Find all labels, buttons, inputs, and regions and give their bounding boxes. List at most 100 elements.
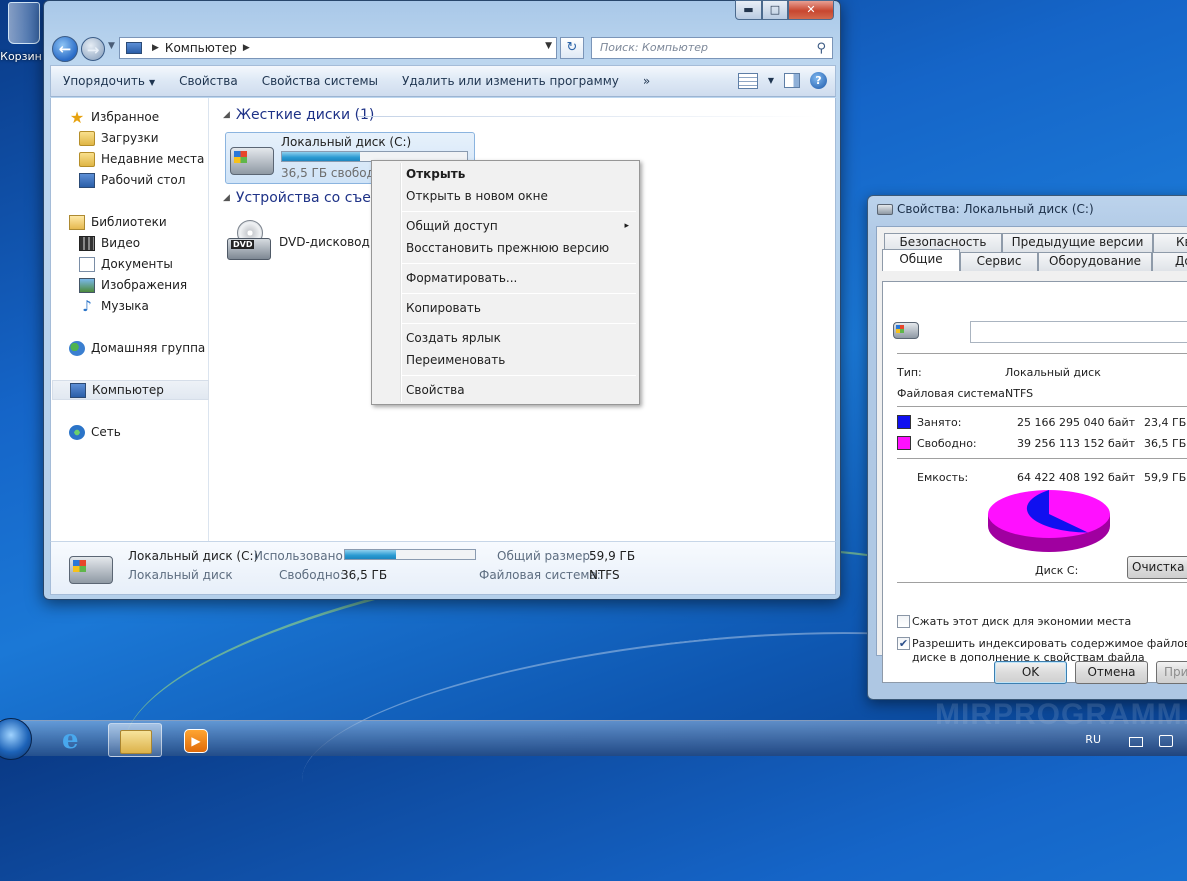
documents-library-icon bbox=[79, 256, 95, 272]
address-bar[interactable]: ▶ Компьютер ▶ ▼ bbox=[119, 37, 557, 59]
system-properties-button[interactable]: Свойства системы bbox=[250, 74, 390, 88]
search-input[interactable]: Поиск: Компьютер ⚲ bbox=[591, 37, 833, 59]
network-tray-icon[interactable] bbox=[1159, 735, 1173, 747]
chevron-down-icon: ▼ bbox=[148, 78, 156, 87]
collapse-triangle-icon[interactable]: ◢ bbox=[223, 193, 230, 203]
chevron-right-icon[interactable]: ▶ bbox=[243, 43, 250, 53]
close-button[interactable]: ✕ bbox=[788, 0, 834, 20]
change-view-icon[interactable] bbox=[737, 72, 758, 89]
capacity-bytes: 64 422 408 192 байт bbox=[1017, 471, 1136, 484]
nav-music[interactable]: ♪ Музыка bbox=[79, 296, 236, 316]
address-dropdown-icon[interactable]: ▼ bbox=[545, 41, 552, 51]
fs-value: NTFS bbox=[1005, 387, 1034, 400]
group-hard-drives[interactable]: ◢ Жесткие диски (1) bbox=[223, 107, 818, 123]
forward-button[interactable]: → bbox=[81, 37, 105, 61]
menu-share[interactable]: Общий доступ bbox=[406, 219, 498, 233]
nav-desktop[interactable]: Рабочий стол bbox=[79, 170, 236, 190]
nav-favorites[interactable]: ★ Избранное bbox=[69, 107, 226, 127]
organize-button[interactable]: Упорядочить ▼ bbox=[51, 74, 167, 88]
cancel-button[interactable]: Отмена bbox=[1075, 661, 1148, 684]
breadcrumb-computer[interactable]: Компьютер bbox=[165, 41, 237, 55]
nav-desktop-label: Рабочий стол bbox=[101, 173, 186, 187]
tab-quota[interactable]: Квоты bbox=[1153, 233, 1187, 252]
menu-rename[interactable]: Переименовать bbox=[406, 353, 505, 367]
tab-general[interactable]: Общие bbox=[882, 249, 960, 271]
submenu-arrow-icon: ▸ bbox=[624, 221, 629, 231]
nav-network[interactable]: Сеть bbox=[69, 422, 226, 442]
nav-libraries[interactable]: Библиотеки bbox=[69, 212, 226, 232]
volume-label-input[interactable] bbox=[970, 321, 1187, 343]
chevron-right-icon[interactable]: ▶ bbox=[152, 43, 159, 53]
more-commands-button[interactable]: » bbox=[631, 74, 662, 88]
apply-button[interactable]: Применить bbox=[1156, 661, 1187, 684]
hard-drive-icon bbox=[230, 147, 274, 175]
details-fs-value: NTFS bbox=[589, 568, 620, 582]
maximize-button[interactable]: □ bbox=[762, 0, 788, 20]
menu-separator bbox=[402, 263, 636, 264]
navigation-pane: ★ Избранное Загрузки Недавние места Рабоч… bbox=[51, 98, 209, 541]
index-label-line1: Разрешить индексировать содержимое файло… bbox=[912, 637, 1187, 650]
start-button[interactable] bbox=[0, 718, 32, 760]
divider bbox=[897, 353, 1187, 354]
tab-tools[interactable]: Сервис bbox=[960, 252, 1038, 271]
minimize-button[interactable]: ▬ bbox=[735, 0, 762, 20]
nav-downloads[interactable]: Загрузки bbox=[79, 128, 236, 148]
ok-button[interactable]: OK bbox=[994, 661, 1067, 684]
back-button[interactable]: ← bbox=[52, 36, 78, 62]
tab-hardware[interactable]: Оборудование bbox=[1038, 252, 1152, 271]
tab-sharing[interactable]: Доступ bbox=[1152, 252, 1187, 271]
nav-images[interactable]: Изображения bbox=[79, 275, 236, 295]
nav-recent-places[interactable]: Недавние места bbox=[79, 149, 236, 169]
action-center-icon[interactable] bbox=[1129, 737, 1143, 747]
menu-open-new-window[interactable]: Открыть в новом окне bbox=[406, 189, 548, 203]
network-icon bbox=[69, 424, 85, 440]
group-removable[interactable]: ◢ Устройства со съемными носителями (1) bbox=[223, 190, 383, 206]
disk-cleanup-button[interactable]: Очистка диска bbox=[1127, 556, 1187, 579]
hard-drive-icon bbox=[69, 556, 113, 584]
language-indicator[interactable]: RU bbox=[1085, 733, 1101, 746]
refresh-button[interactable]: ↻ bbox=[560, 37, 584, 59]
menu-copy[interactable]: Копировать bbox=[406, 301, 481, 315]
hard-drive-icon bbox=[877, 204, 893, 215]
details-free-label: Свободно: bbox=[279, 568, 345, 582]
windows-logo-icon bbox=[234, 151, 247, 163]
details-used-label: Использовано: bbox=[254, 549, 347, 563]
free-label: Свободно: bbox=[917, 437, 977, 450]
taskbar-media-player[interactable]: ▶ bbox=[170, 723, 224, 757]
taskbar-internet-explorer[interactable]: e bbox=[48, 723, 102, 757]
menu-open[interactable]: Открыть bbox=[406, 167, 465, 181]
recent-pages-dropdown-icon[interactable]: ▼ bbox=[108, 41, 115, 51]
computer-icon bbox=[70, 382, 86, 398]
recycle-bin-icon[interactable]: Корзин bbox=[0, 2, 44, 70]
nav-homegroup[interactable]: Домашняя группа bbox=[69, 338, 226, 358]
properties-button[interactable]: Свойства bbox=[167, 74, 250, 88]
menu-properties[interactable]: Свойства bbox=[406, 383, 465, 397]
menu-restore-previous[interactable]: Восстановить прежнюю версию bbox=[406, 241, 609, 255]
uninstall-program-button[interactable]: Удалить или изменить программу bbox=[390, 74, 631, 88]
nav-documents[interactable]: Документы bbox=[79, 254, 236, 274]
compress-checkbox[interactable] bbox=[897, 615, 910, 628]
disk-usage-pie-chart bbox=[988, 490, 1110, 552]
preview-pane-icon[interactable] bbox=[784, 73, 800, 88]
menu-separator bbox=[402, 211, 636, 212]
details-total-label: Общий размер: bbox=[497, 549, 595, 563]
tab-previous-versions[interactable]: Предыдущие версии bbox=[1002, 233, 1153, 252]
menu-create-shortcut[interactable]: Создать ярлык bbox=[406, 331, 501, 345]
drive-c-free-text: 36,5 ГБ свободно из 59,9 ГБ bbox=[281, 166, 371, 180]
taskbar-explorer[interactable] bbox=[108, 723, 162, 757]
help-icon[interactable]: ? bbox=[810, 72, 827, 89]
nav-downloads-label: Загрузки bbox=[101, 131, 159, 145]
chevron-down-icon[interactable]: ▼ bbox=[768, 76, 774, 85]
nav-video[interactable]: Видео bbox=[79, 233, 236, 253]
dvd-drive-name: DVD-дисковод (D:) bbox=[279, 235, 375, 249]
trash-icon bbox=[8, 2, 40, 44]
collapse-triangle-icon[interactable]: ◢ bbox=[223, 110, 230, 120]
used-color-swatch bbox=[897, 415, 911, 429]
nav-computer[interactable]: Компьютер bbox=[52, 380, 209, 400]
dialog-body: Безопасность Предыдущие версии Квоты Общ… bbox=[876, 226, 1187, 683]
index-checkbox[interactable]: ✔ bbox=[897, 637, 910, 650]
menu-format[interactable]: Форматировать... bbox=[406, 271, 517, 285]
nav-computer-label: Компьютер bbox=[92, 383, 164, 397]
free-gb: 36,5 ГБ bbox=[1144, 437, 1187, 450]
search-icon[interactable]: ⚲ bbox=[816, 39, 826, 59]
